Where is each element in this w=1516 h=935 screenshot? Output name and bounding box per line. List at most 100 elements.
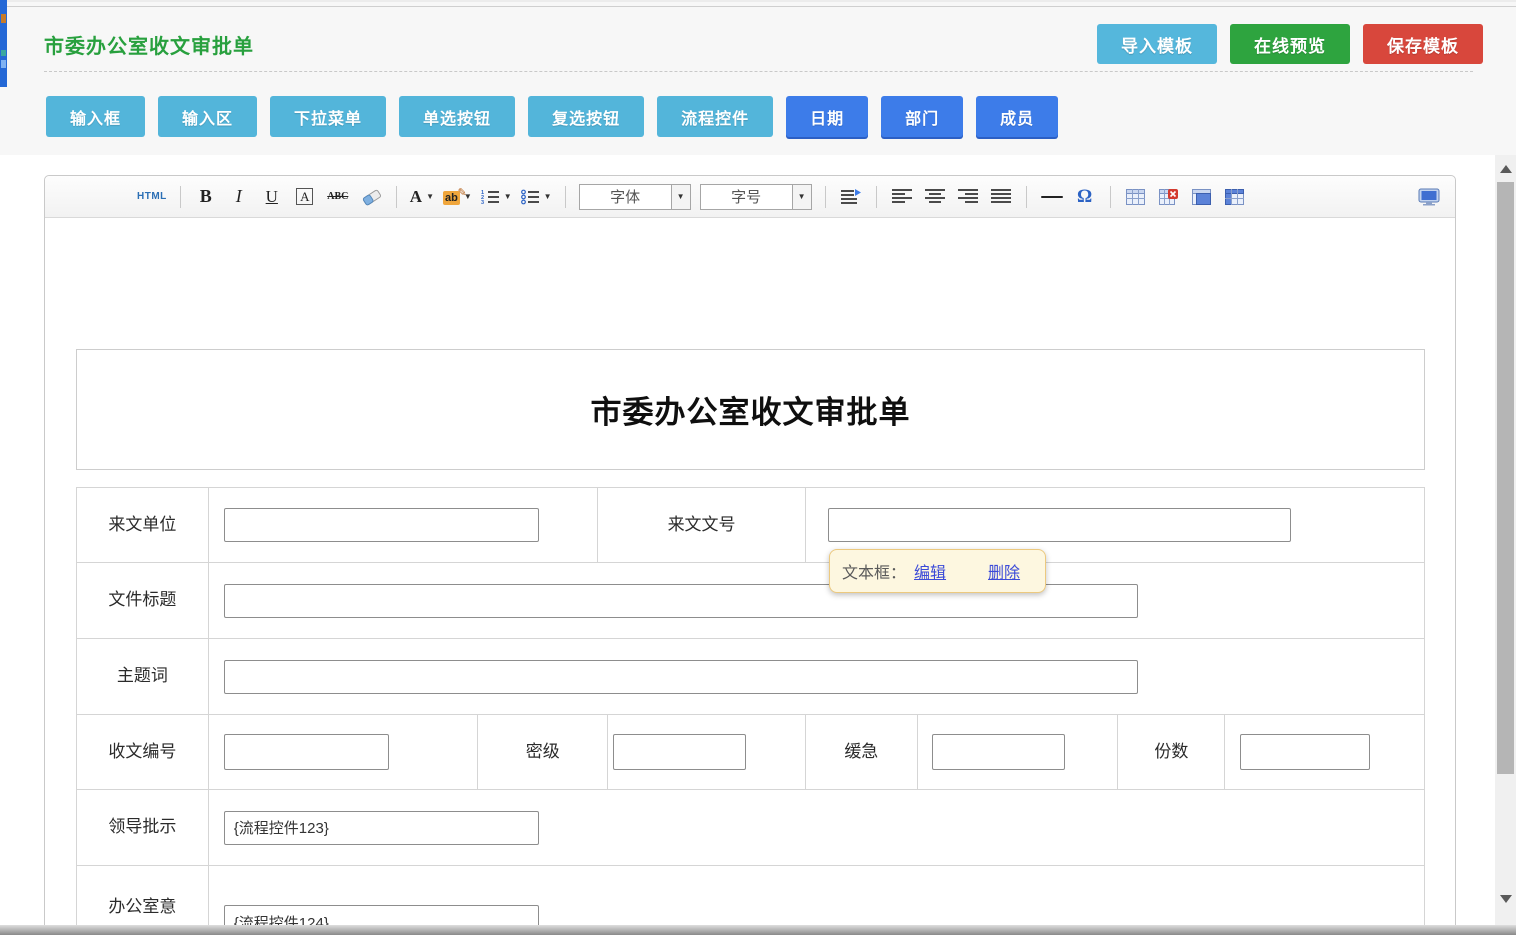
input-cell xyxy=(209,639,1424,714)
unordered-list-icon xyxy=(521,189,540,205)
scroll-up-button[interactable] xyxy=(1495,157,1516,181)
import-template-button[interactable]: 导入模板 xyxy=(1097,24,1217,64)
header-actions: 导入模板 在线预览 保存模板 xyxy=(1097,24,1483,64)
table-row: 来文单位 来文文号 xyxy=(77,488,1424,563)
shouwen-bianhao-input[interactable] xyxy=(224,734,389,770)
indent-button[interactable] xyxy=(839,183,863,211)
table-icon xyxy=(1126,189,1145,205)
align-justify-icon xyxy=(991,189,1011,204)
delete-table-button[interactable] xyxy=(1157,183,1181,211)
label-cell: 文件标题 xyxy=(77,563,209,638)
hr-icon xyxy=(1041,196,1063,198)
form-title-cell[interactable]: 市委办公室收文审批单 xyxy=(76,349,1425,470)
widget-department-button[interactable]: 部门 xyxy=(881,96,963,137)
special-char-button[interactable]: Ω xyxy=(1073,183,1097,211)
remove-format-button[interactable] xyxy=(359,183,383,211)
page-header: 市委办公室收文审批单 导入模板 在线预览 保存模板 输入框 输入区 下拉菜单 单… xyxy=(0,0,1516,155)
save-template-button[interactable]: 保存模板 xyxy=(1363,24,1483,64)
insert-table-button[interactable] xyxy=(1124,183,1148,211)
omega-icon: Ω xyxy=(1077,186,1092,208)
widget-member-button[interactable]: 成员 xyxy=(976,96,1058,137)
widget-input-area-button[interactable]: 输入区 xyxy=(158,96,257,137)
svg-text:3: 3 xyxy=(481,200,484,205)
toolbar-separator xyxy=(180,186,181,208)
chevron-down-icon: ▼ xyxy=(504,192,512,201)
horizontal-rule-button[interactable] xyxy=(1040,183,1064,211)
zhutici-input[interactable] xyxy=(224,660,1138,694)
font-color-icon: A xyxy=(410,187,422,207)
dropdown-button[interactable]: ▼ xyxy=(792,185,811,209)
widget-flow-control-button[interactable]: 流程控件 xyxy=(657,96,773,137)
font-family-select[interactable]: 字体 ▼ xyxy=(579,184,691,210)
richtext-editor: HTML B I U A ABC A ▼ xyxy=(44,175,1456,935)
label-cell: 密级 xyxy=(478,715,608,789)
fenshu-input[interactable] xyxy=(1240,734,1370,770)
window-top-line xyxy=(0,6,1516,7)
scroll-down-button[interactable] xyxy=(1495,887,1516,911)
highlight-color-button[interactable]: ab ✎ ▼ xyxy=(443,183,472,211)
window-top-edge xyxy=(0,0,1516,2)
huanji-input[interactable] xyxy=(932,734,1065,770)
edge-mark xyxy=(1,60,6,68)
source-code-button[interactable]: HTML xyxy=(137,183,167,211)
dropdown-button[interactable]: ▼ xyxy=(671,185,690,209)
italic-button[interactable]: I xyxy=(227,183,251,211)
bold-button[interactable]: B xyxy=(194,183,218,211)
strikethrough-button[interactable]: ABC xyxy=(326,183,350,211)
label-cell: 缓急 xyxy=(806,715,918,789)
window-bottom-edge xyxy=(0,925,1516,935)
fullscreen-button[interactable] xyxy=(1417,183,1441,211)
delete-control-link[interactable]: 删除 xyxy=(988,559,1020,583)
triangle-up-icon xyxy=(1500,165,1512,173)
input-cell xyxy=(918,715,1119,789)
align-center-button[interactable] xyxy=(923,183,947,211)
font-style-button[interactable]: A xyxy=(293,183,317,211)
cell-properties-button[interactable] xyxy=(1190,183,1214,211)
table-row: 主题词 xyxy=(77,639,1424,715)
lingdao-pishi-input[interactable] xyxy=(224,811,539,845)
online-preview-button[interactable]: 在线预览 xyxy=(1230,24,1350,64)
font-size-select[interactable]: 字号 ▼ xyxy=(700,184,812,210)
widget-input-box-button[interactable]: 输入框 xyxy=(46,96,145,137)
page-title: 市委办公室收文审批单 xyxy=(44,30,254,59)
underline-button[interactable]: U xyxy=(260,183,284,211)
toolbar-separator xyxy=(1026,186,1027,208)
highlight-icon: ab ✎ xyxy=(443,188,460,206)
align-right-button[interactable] xyxy=(956,183,980,211)
input-cell xyxy=(209,488,598,562)
tooltip-label: 文本框： xyxy=(842,559,906,583)
align-justify-button[interactable] xyxy=(989,183,1013,211)
table-properties-button[interactable] xyxy=(1223,183,1247,211)
app-window: 市委办公室收文审批单 导入模板 在线预览 保存模板 输入框 输入区 下拉菜单 单… xyxy=(0,0,1516,935)
align-left-button[interactable] xyxy=(890,183,914,211)
editor-toolbar: HTML B I U A ABC A ▼ xyxy=(45,176,1455,218)
widget-radio-button[interactable]: 单选按钮 xyxy=(399,96,515,137)
miji-input[interactable] xyxy=(613,734,746,770)
form-title: 市委办公室收文审批单 xyxy=(591,387,911,432)
chevron-down-icon: ▼ xyxy=(798,192,806,201)
widget-date-button[interactable]: 日期 xyxy=(786,96,868,137)
widget-checkbox-button[interactable]: 复选按钮 xyxy=(528,96,644,137)
label-cell: 来文单位 xyxy=(77,488,209,562)
label-cell: 主题词 xyxy=(77,639,209,714)
align-left-icon xyxy=(892,189,912,204)
unordered-list-button[interactable]: ▼ xyxy=(521,183,552,211)
laiwen-danwei-input[interactable] xyxy=(224,508,539,542)
label-cell: 份数 xyxy=(1118,715,1225,789)
font-color-button[interactable]: A ▼ xyxy=(410,183,434,211)
editor-document[interactable]: 市委办公室收文审批单 来文单位 来文文号 文件标题 xyxy=(45,218,1455,935)
label-cell: 来文文号 xyxy=(598,488,806,562)
toolbar-separator xyxy=(396,186,397,208)
eraser-icon xyxy=(360,188,382,206)
vertical-scrollbar[interactable] xyxy=(1495,155,1516,925)
table-delete-icon xyxy=(1159,189,1178,205)
edge-mark xyxy=(1,50,6,56)
font-size-value: 字号 xyxy=(701,185,792,209)
input-cell xyxy=(1225,715,1424,789)
laiwen-wenhao-input[interactable] xyxy=(828,508,1291,542)
widget-dropdown-button[interactable]: 下拉菜单 xyxy=(270,96,386,137)
ordered-list-button[interactable]: 1 2 3 ▼ xyxy=(481,183,512,211)
edit-control-link[interactable]: 编辑 xyxy=(914,559,946,583)
html-icon: HTML xyxy=(137,191,167,202)
scrollbar-thumb[interactable] xyxy=(1497,182,1514,774)
